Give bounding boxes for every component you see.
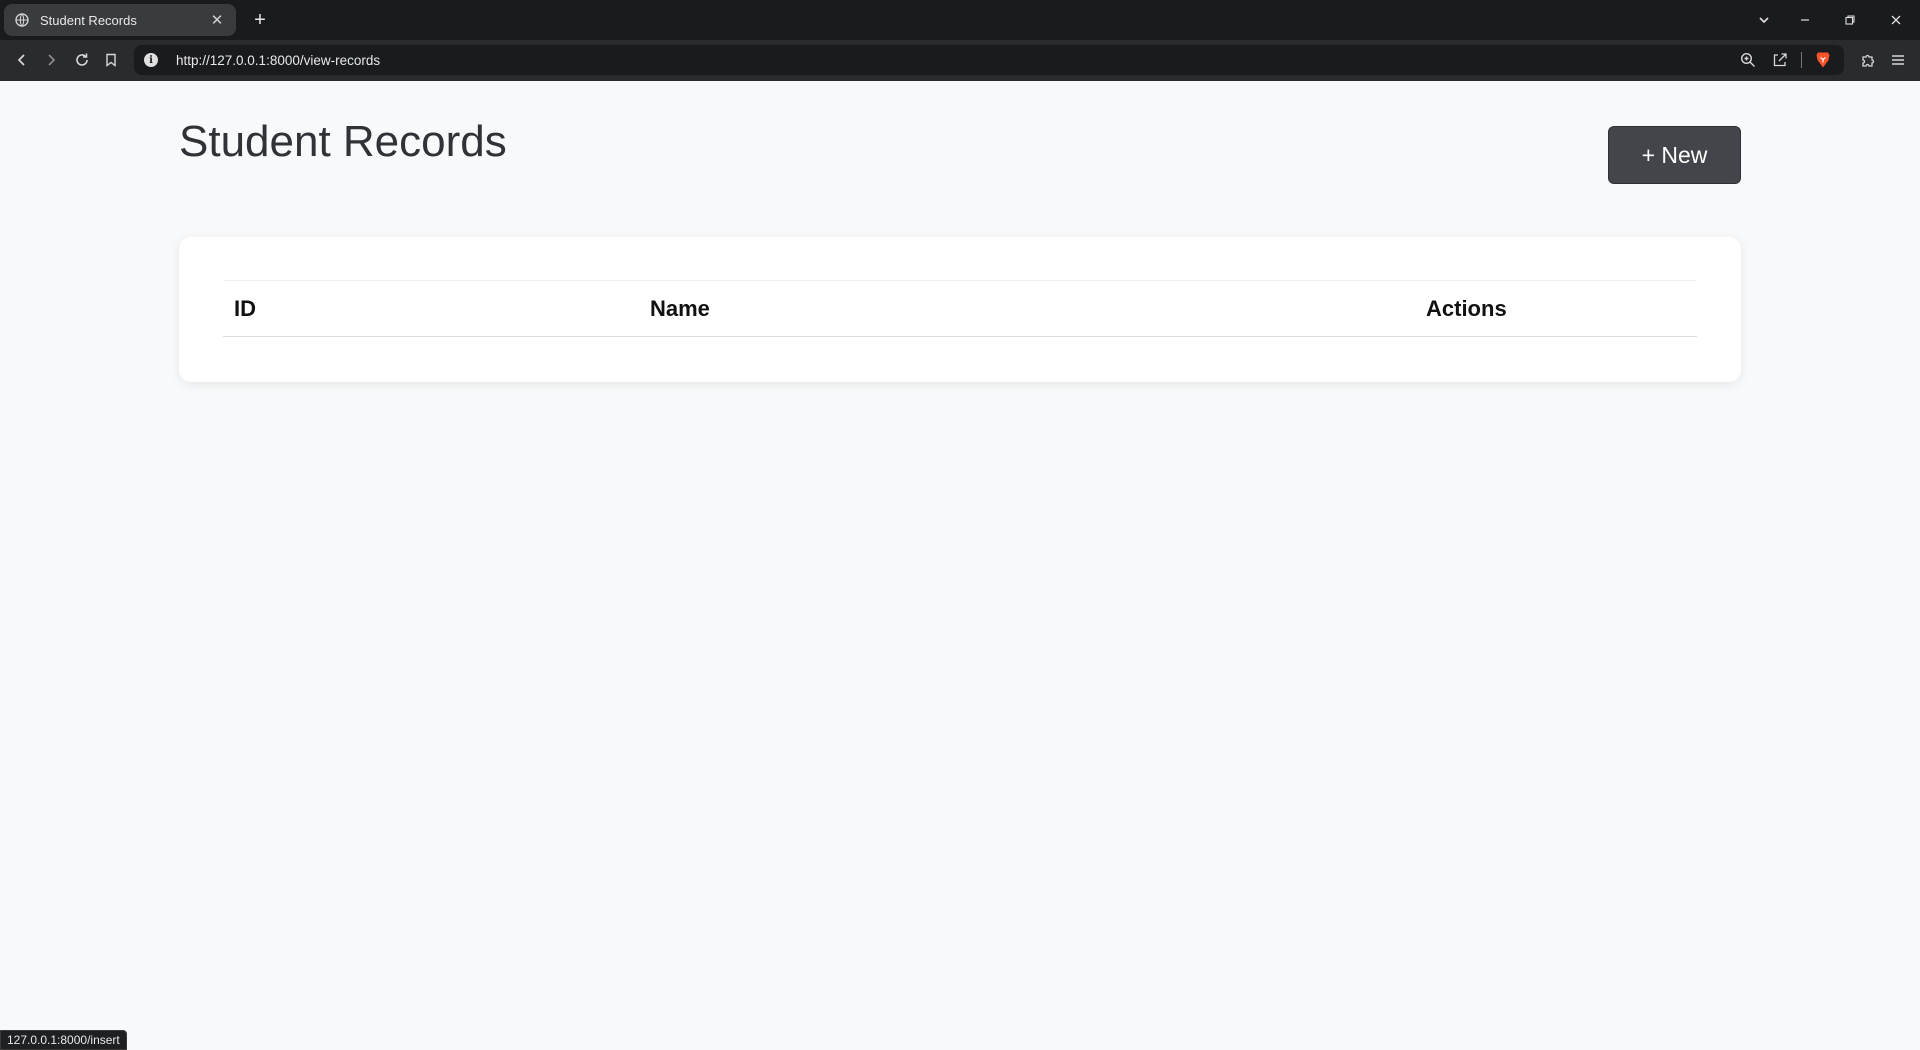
bookmark-icon[interactable] xyxy=(99,48,123,72)
menu-icon[interactable] xyxy=(1886,48,1910,72)
close-window-icon[interactable] xyxy=(1884,8,1908,32)
back-icon[interactable] xyxy=(10,48,34,72)
page-title: Student Records xyxy=(179,117,507,166)
toolbar-separator xyxy=(1801,52,1802,68)
column-header-actions: Actions xyxy=(1415,280,1697,337)
column-header-name: Name xyxy=(639,280,1415,337)
browser-toolbar: i http://127.0.0.1:8000/view-records xyxy=(0,40,1920,81)
share-icon[interactable] xyxy=(1769,49,1791,71)
globe-icon xyxy=(14,12,30,28)
records-card: ID Name Actions xyxy=(179,237,1741,382)
browser-tab-active[interactable]: Student Records ✕ xyxy=(4,4,236,36)
reload-icon[interactable] xyxy=(70,48,94,72)
records-table: ID Name Actions xyxy=(223,280,1697,337)
page-content: Student Records + New ID Name Actions xyxy=(0,81,1920,1050)
column-header-id: ID xyxy=(223,280,639,337)
address-url: http://127.0.0.1:8000/view-records xyxy=(176,52,381,68)
tab-strip: Student Records ✕ + xyxy=(0,0,1920,40)
site-info-icon[interactable]: i xyxy=(144,53,158,67)
brave-lion-icon[interactable] xyxy=(1812,49,1834,71)
extensions-puzzle-icon[interactable] xyxy=(1856,48,1880,72)
tab-search-chevron-icon[interactable] xyxy=(1752,8,1776,32)
address-bar[interactable]: i http://127.0.0.1:8000/view-records xyxy=(134,45,1844,75)
status-bar-url: 127.0.0.1:8000/insert xyxy=(0,1030,127,1050)
forward-icon[interactable] xyxy=(39,48,63,72)
zoom-icon[interactable] xyxy=(1737,49,1759,71)
new-record-button[interactable]: + New xyxy=(1608,126,1741,184)
close-tab-icon[interactable]: ✕ xyxy=(208,11,226,29)
minimize-icon[interactable] xyxy=(1793,8,1817,32)
table-header-row: ID Name Actions xyxy=(223,280,1697,337)
new-tab-button[interactable]: + xyxy=(248,8,272,32)
restore-icon[interactable] xyxy=(1838,8,1862,32)
tab-title: Student Records xyxy=(40,12,137,28)
